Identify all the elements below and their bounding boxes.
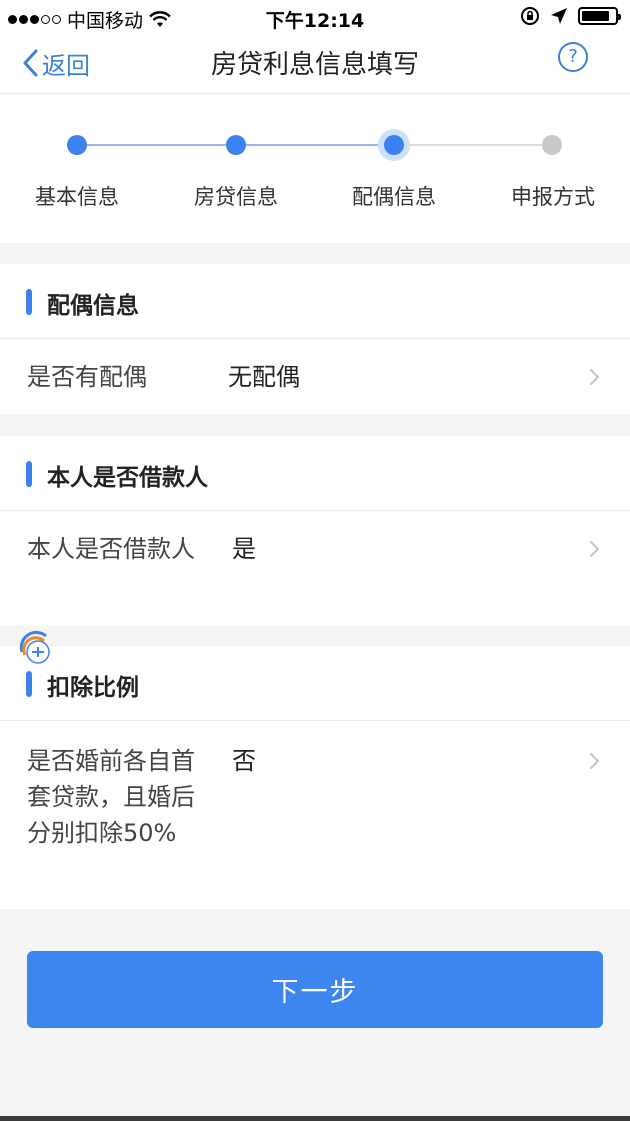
spouse-section: 配偶信息 是否有配偶 无配偶 <box>0 264 630 414</box>
step-label: 配偶信息 <box>352 185 436 209</box>
bottom-edge <box>0 1116 630 1121</box>
section-title: 扣除比例 <box>47 675 139 701</box>
step-dot-todo <box>542 135 562 155</box>
section-header: 本人是否借款人 <box>0 436 630 511</box>
rotation-lock-icon <box>521 7 539 25</box>
section-accent-bar <box>26 671 32 697</box>
section-title: 本人是否借款人 <box>47 465 208 491</box>
step-connector <box>236 144 394 146</box>
section-header: 扣除比例 <box>0 646 630 721</box>
row-label: 是否有配偶 <box>27 363 147 391</box>
borrower-row[interactable]: 本人是否借款人 是 <box>0 511 630 625</box>
chevron-right-icon <box>590 541 599 557</box>
section-header: 配偶信息 <box>0 264 630 339</box>
progress-stepper: 基本信息 房贷信息 配偶信息 申报方式 <box>0 95 630 243</box>
step-dot-done <box>226 135 246 155</box>
step-dot-current <box>384 135 404 155</box>
step-dot-done <box>67 135 87 155</box>
location-arrow-icon <box>551 8 567 24</box>
help-icon[interactable]: ? <box>558 42 588 72</box>
next-step-button[interactable]: 下一步 <box>27 951 603 1028</box>
row-value: 是 <box>232 535 256 563</box>
watermark-logo-icon <box>19 630 50 664</box>
step-label: 房贷信息 <box>194 185 278 209</box>
status-right <box>520 6 621 26</box>
nav-bar: 返回 房贷利息信息填写 ? <box>0 36 630 94</box>
step-connector <box>77 144 235 146</box>
deduction-row[interactable]: 是否婚前各自首套贷款，且婚后分别扣除50% 否 <box>0 721 630 909</box>
chevron-right-icon <box>590 369 599 385</box>
row-value: 否 <box>232 747 256 775</box>
step-connector <box>394 144 552 146</box>
page-title: 房贷利息信息填写 <box>210 50 419 80</box>
step-label: 基本信息 <box>35 185 119 209</box>
battery-icon <box>578 7 621 25</box>
chevron-right-icon <box>590 753 599 769</box>
deduction-ratio-section: 扣除比例 是否婚前各自首套贷款，且婚后分别扣除50% 否 <box>0 646 630 909</box>
section-accent-bar <box>26 289 32 315</box>
row-label: 本人是否借款人 <box>27 535 195 563</box>
status-bar: 中国移动 下午12:14 <box>0 0 630 36</box>
row-value: 无配偶 <box>228 363 300 391</box>
section-accent-bar <box>26 461 32 487</box>
section-title: 配偶信息 <box>47 293 139 319</box>
step-label: 申报方式 <box>511 185 595 209</box>
row-label: 是否婚前各自首套贷款，且婚后分别扣除50% <box>27 747 195 847</box>
spouse-row[interactable]: 是否有配偶 无配偶 <box>0 339 630 414</box>
borrower-section: 本人是否借款人 本人是否借款人 是 <box>0 436 630 626</box>
